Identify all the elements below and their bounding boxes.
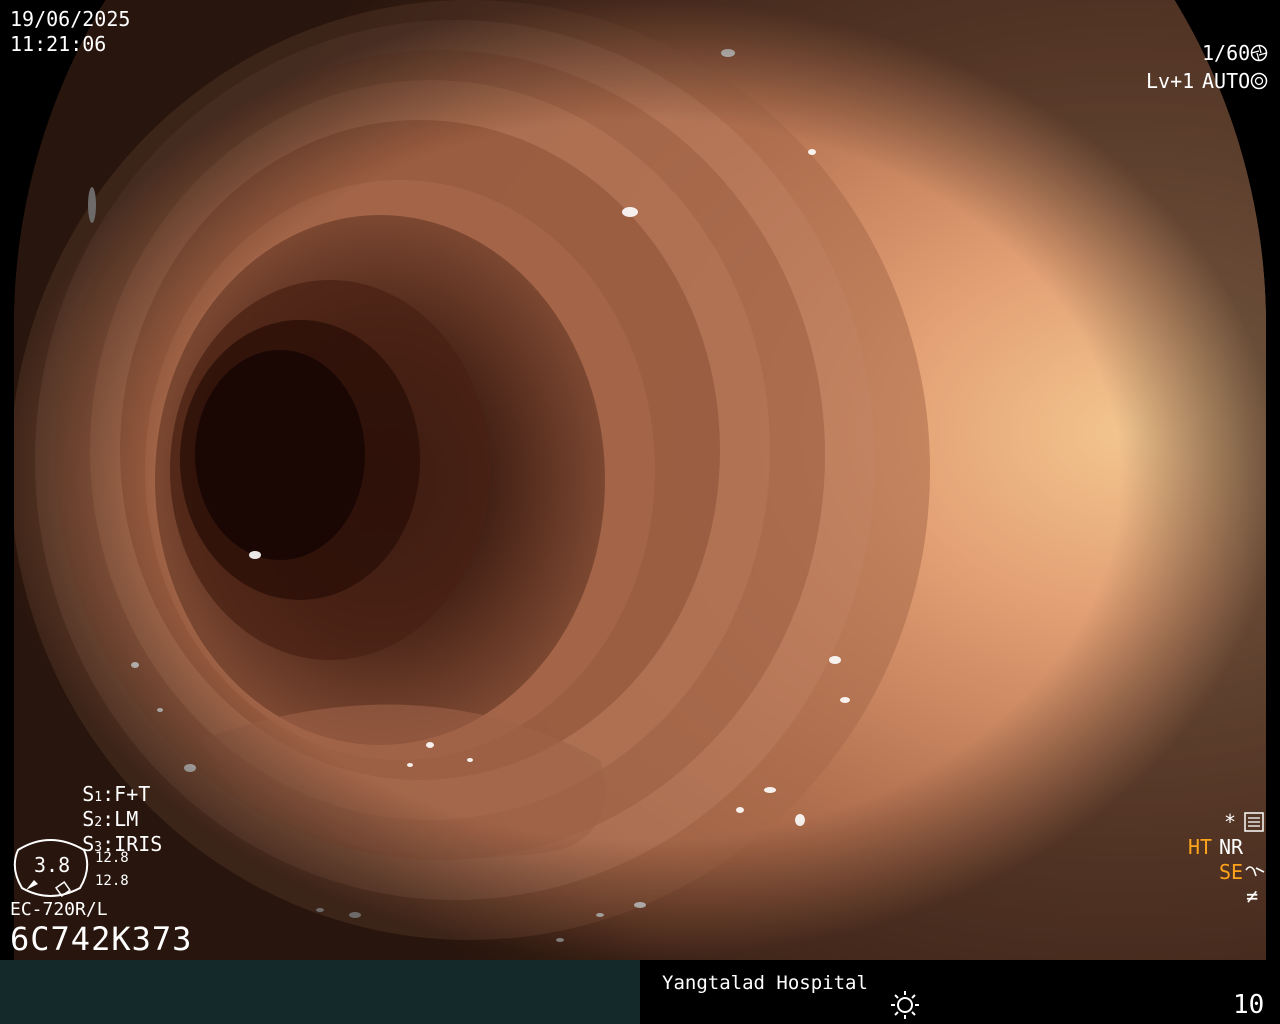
time-label: 11:21:06	[10, 32, 107, 56]
menu-list-icon	[1244, 812, 1264, 832]
gauge-side-bottom: 12.8	[95, 873, 129, 889]
gauge-side-top: 12.8	[95, 850, 129, 866]
shutter-speed-label: 1/60	[1202, 41, 1251, 65]
structure-enhance-icon	[1245, 866, 1265, 877]
not-equal-mark: ≠	[1246, 884, 1259, 908]
colon-lumen-image	[14, 0, 1266, 960]
serial-number-label: 6C742K373	[10, 920, 193, 958]
status-bar-right: Yangtalad Hospital 10	[640, 960, 1280, 1024]
light-level-label: Lv+1	[1146, 69, 1195, 93]
se-indicator: SE	[1219, 860, 1244, 884]
sun-brightness-icon	[891, 991, 919, 1019]
status-bar: Yangtalad Hospital 10	[0, 960, 1280, 1024]
status-bar-left	[0, 960, 640, 1024]
image-counter: 10	[1233, 990, 1265, 1020]
iris-mode-label: AUTO	[1202, 69, 1251, 93]
ht-indicator: HT	[1188, 835, 1213, 859]
shutter-icon	[1250, 44, 1268, 62]
date-label: 19/06/2025	[10, 7, 131, 31]
scope-model-label: EC-720R/L	[10, 899, 108, 920]
auto-iris-icon	[1250, 72, 1268, 90]
hospital-name: Yangtalad Hospital	[662, 972, 868, 994]
nr-indicator: NR	[1219, 835, 1244, 859]
gauge-value: 3.8	[34, 853, 71, 877]
endoscope-viewport: 19/06/2025 11:21:06 1/60 Lv+1 AUTO S1:F+…	[0, 0, 1280, 960]
star-mark: *	[1224, 810, 1237, 834]
